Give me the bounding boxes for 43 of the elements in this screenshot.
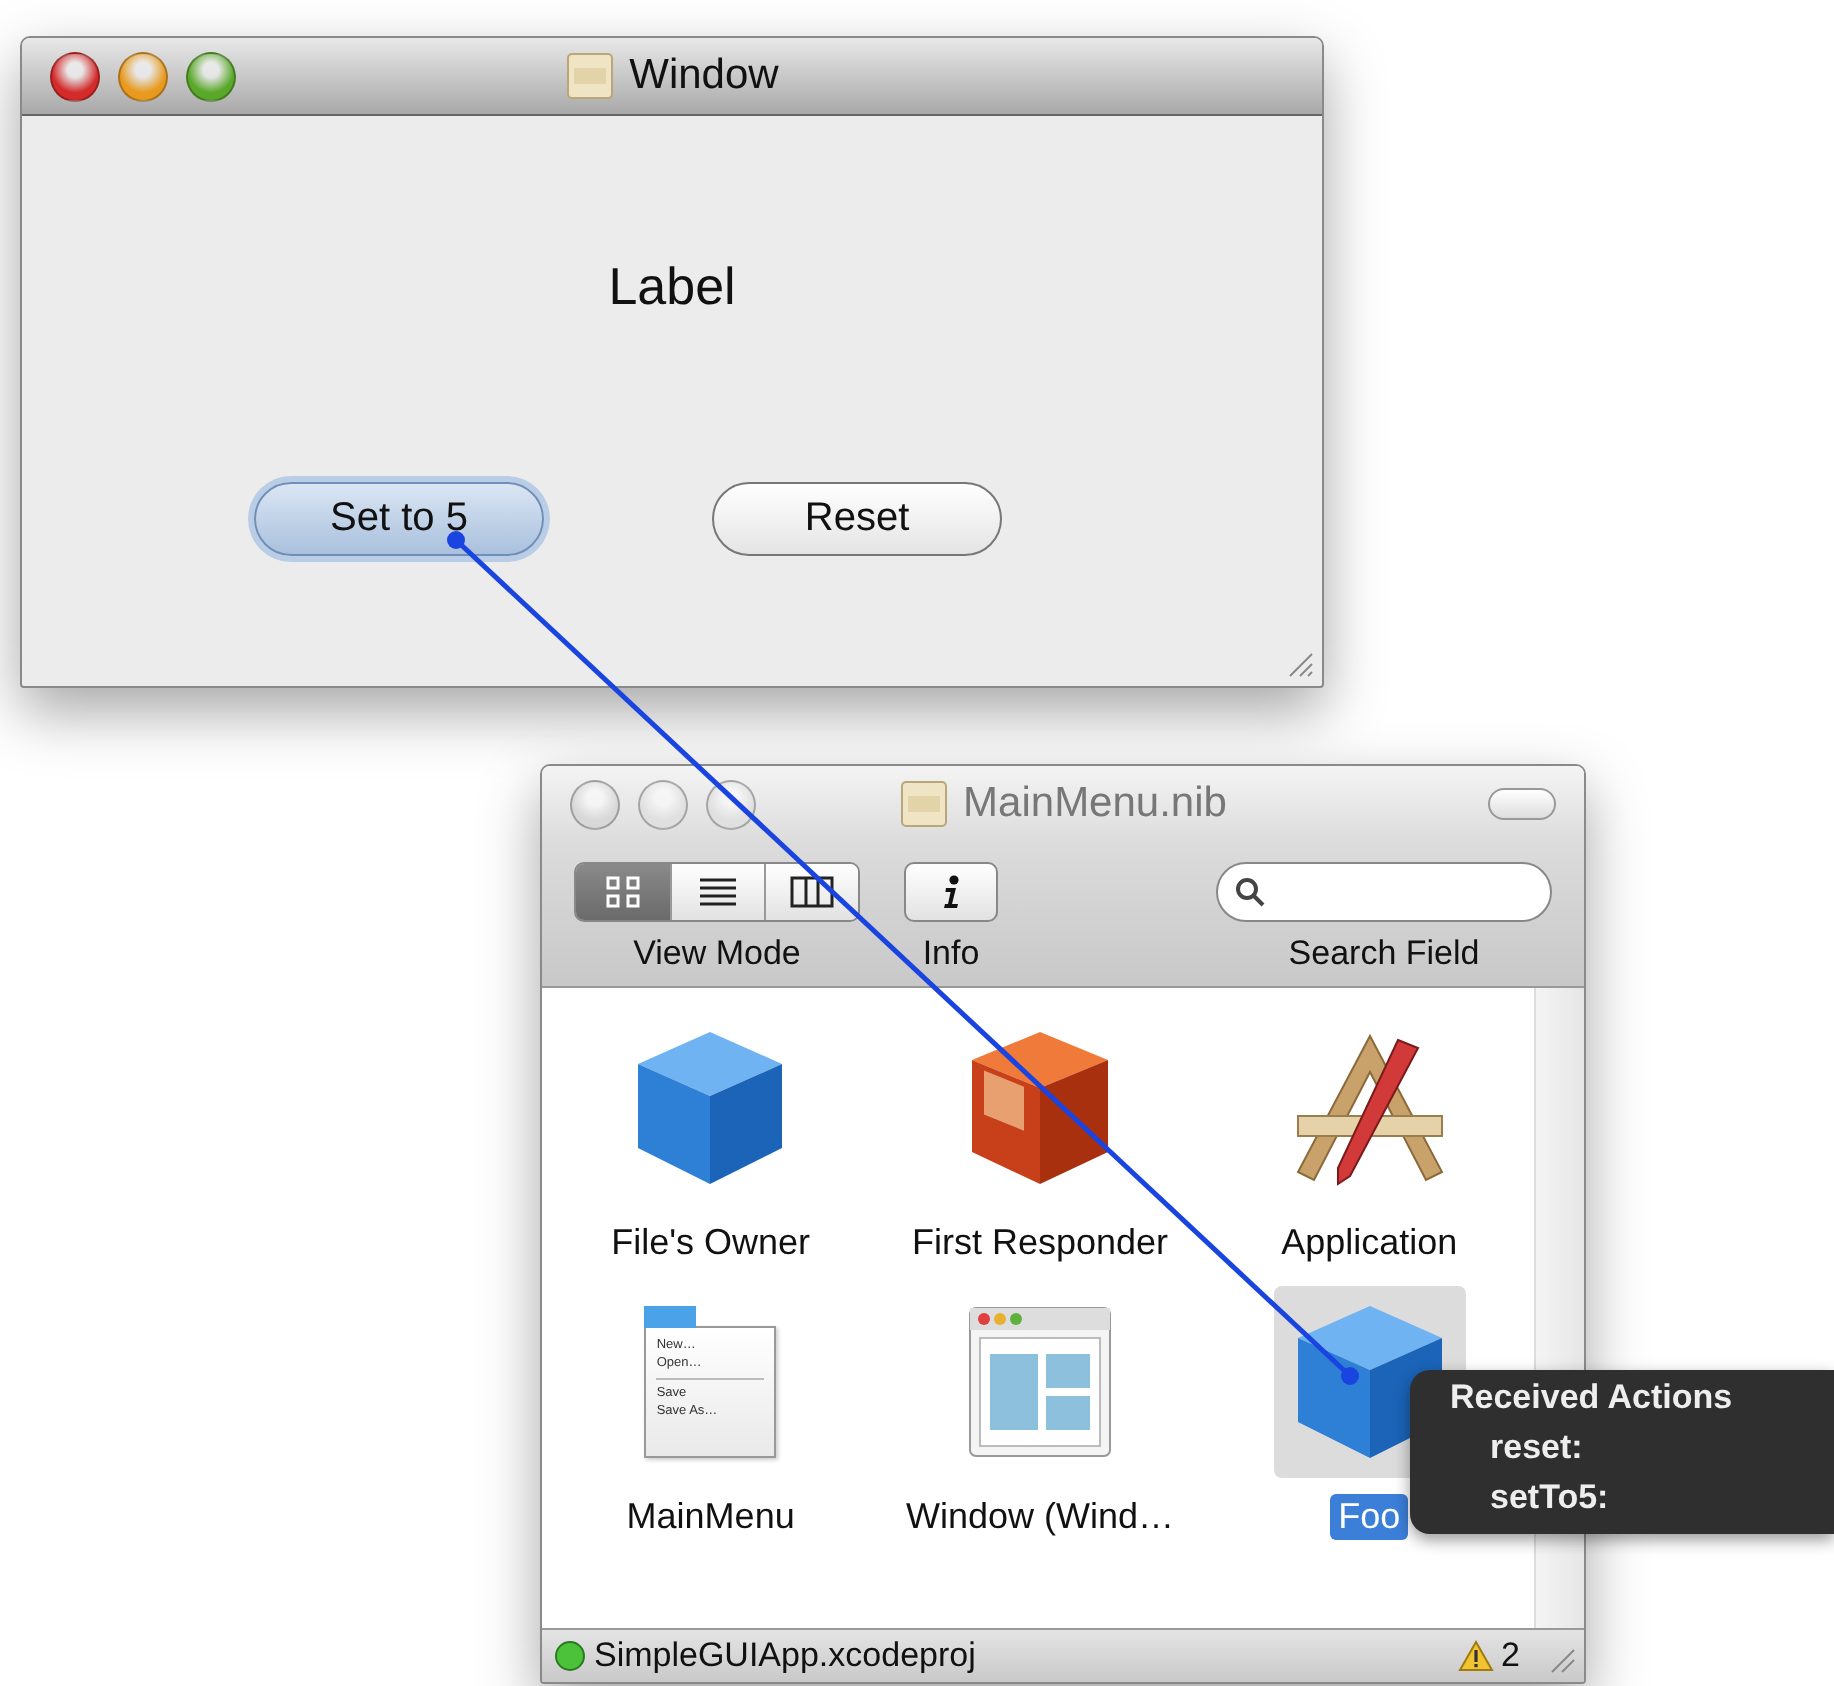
cube-icon (634, 1028, 787, 1188)
resize-grip-icon[interactable] (1548, 1646, 1576, 1674)
box-icon (967, 1028, 1112, 1188)
warning-count: 2 (1501, 1636, 1520, 1676)
popup-title: Received Actions (1450, 1378, 1735, 1418)
project-name: SimpleGUIApp.xcodeproj (594, 1636, 978, 1676)
warning-icon (1457, 1640, 1494, 1672)
minimize-button[interactable] (118, 51, 168, 101)
object-label[interactable]: Application (1273, 1220, 1466, 1266)
search-icon (1234, 876, 1266, 908)
push-button[interactable]: Set to 5 (254, 482, 544, 556)
window-title: MainMenu.nib (963, 780, 1227, 828)
object-label[interactable]: Window (Wind… (897, 1494, 1182, 1540)
toolbar-label: Search Field (1288, 934, 1480, 974)
window-layout-icon (967, 1306, 1112, 1458)
text-label: Label (608, 256, 736, 318)
object-label[interactable]: MainMenu (618, 1494, 803, 1540)
toolbar-label: Info (922, 934, 980, 974)
minimize-button[interactable] (638, 779, 688, 829)
info-button[interactable] (904, 862, 998, 922)
push-button[interactable]: Reset (712, 482, 1002, 556)
action-item[interactable]: reset: (1450, 1428, 1794, 1468)
close-button[interactable] (50, 51, 100, 101)
grid-view-icon (605, 876, 641, 908)
object-label[interactable]: File's Owner (603, 1220, 819, 1266)
toolbar-label: View Mode (633, 934, 801, 974)
action-item[interactable]: setTo5: (1450, 1478, 1794, 1518)
column-view-icon (790, 876, 834, 908)
object-label[interactable]: Foo (1330, 1494, 1409, 1540)
view-mode-segment[interactable] (670, 864, 764, 920)
window-title: Window (629, 52, 779, 100)
object-label[interactable]: First Responder (903, 1220, 1177, 1266)
toolbar-toggle-button[interactable] (1488, 788, 1556, 820)
zoom-button[interactable] (706, 779, 756, 829)
list-view-icon (698, 876, 738, 908)
nib-file-icon (899, 780, 948, 828)
zoom-button[interactable] (186, 51, 236, 101)
view-mode-segment[interactable] (764, 864, 858, 920)
info-icon (941, 874, 961, 910)
status-dot-icon (554, 1640, 586, 1672)
search-field[interactable] (1216, 862, 1552, 922)
resize-grip-icon[interactable] (1286, 650, 1314, 678)
nib-file-icon (565, 52, 614, 100)
